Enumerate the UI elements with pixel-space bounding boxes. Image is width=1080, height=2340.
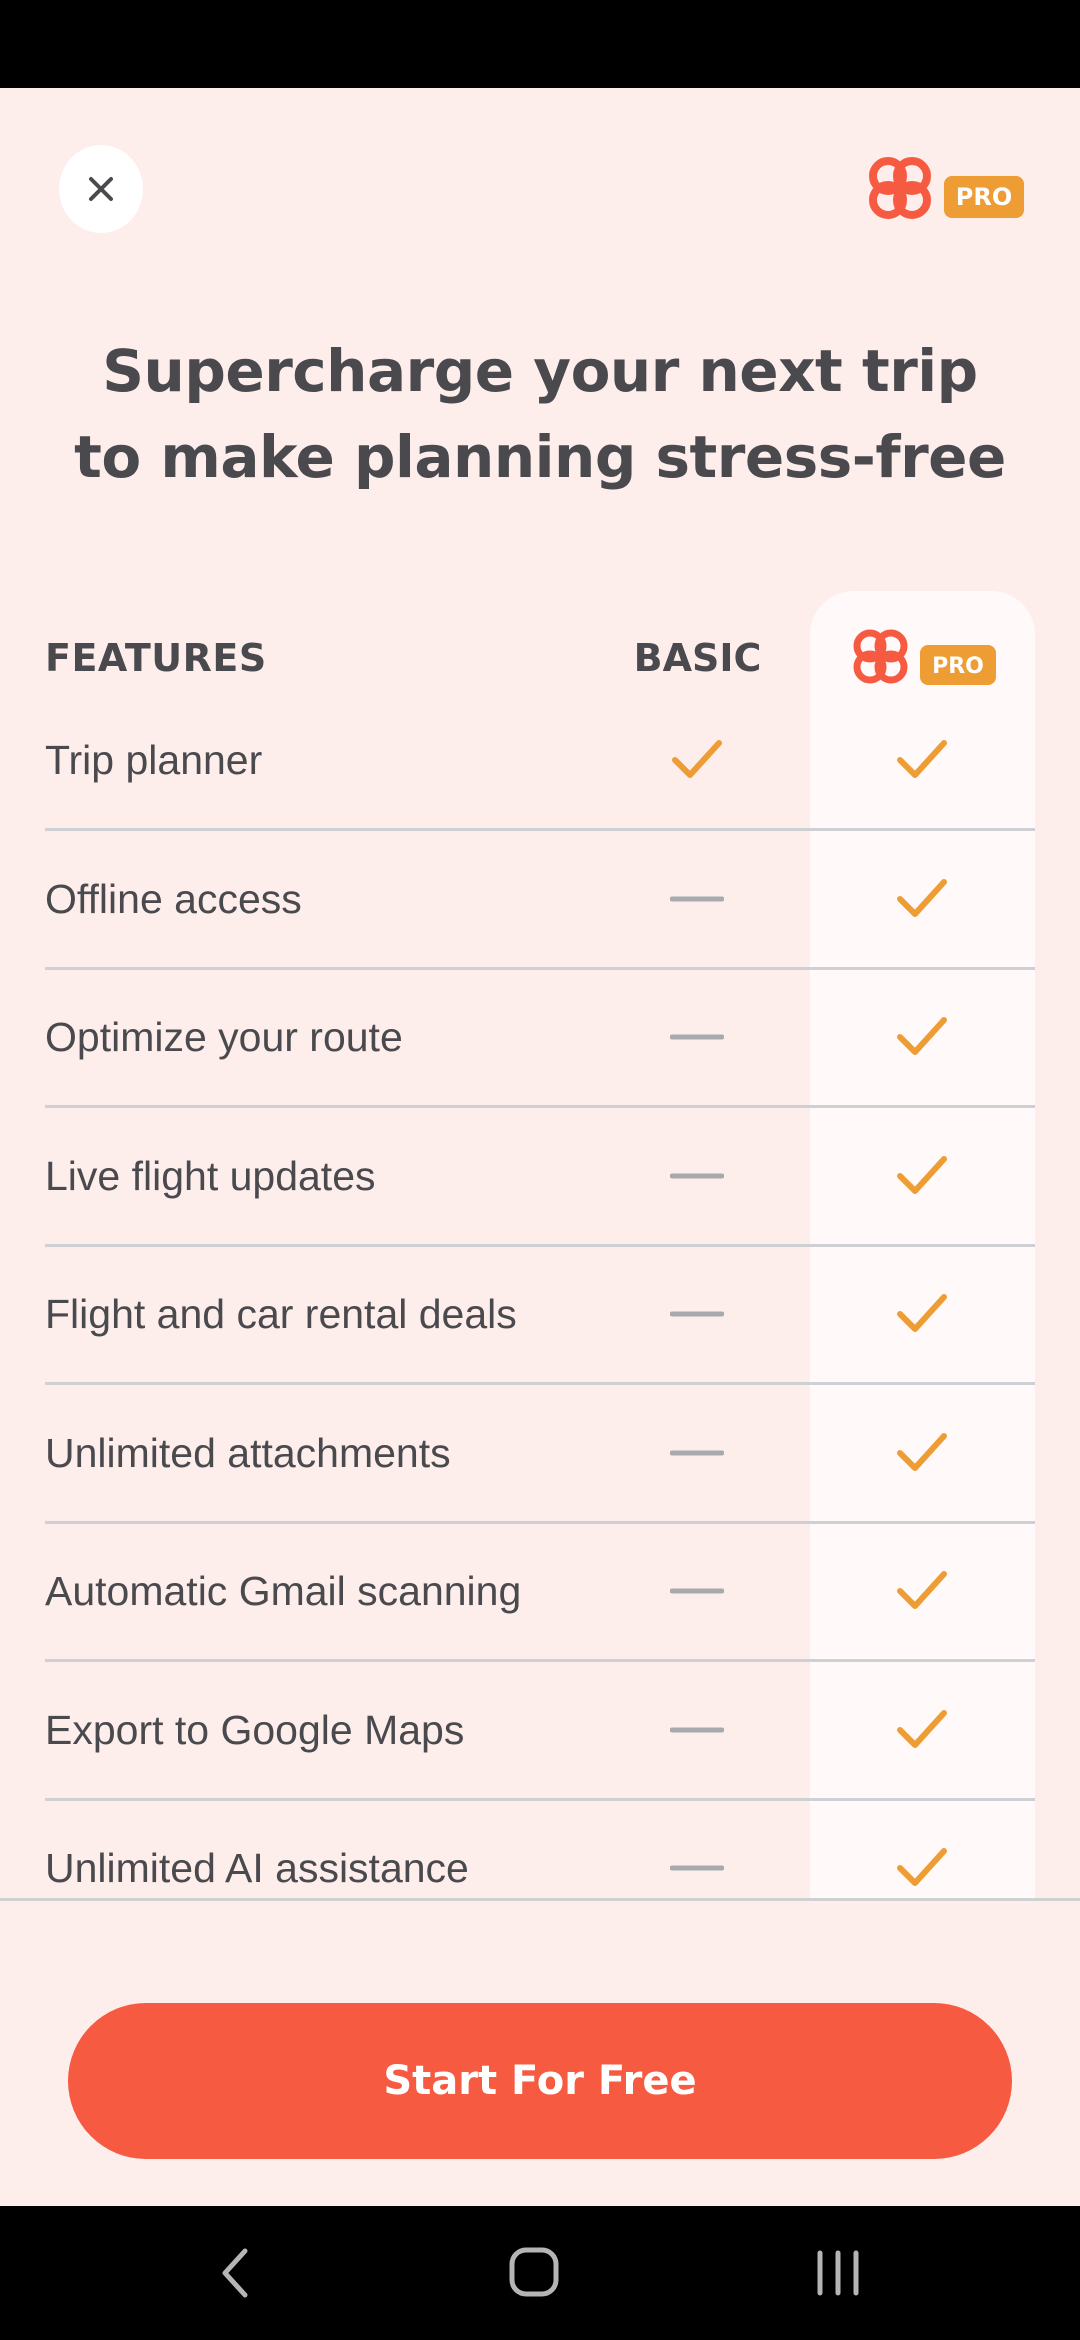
- pro-logo-icon: PRO: [853, 629, 996, 685]
- feature-label: Live flight updates: [45, 1152, 376, 1199]
- pro-check-icon: [897, 1848, 947, 1886]
- app-logo-icon: PRO: [869, 157, 1024, 219]
- basic-dash-icon: [670, 1865, 724, 1871]
- pro-column-header: PRO: [850, 626, 998, 692]
- svg-text:PRO: PRO: [956, 183, 1012, 211]
- close-button[interactable]: [59, 145, 143, 233]
- table-row: Offline access: [0, 830, 1080, 970]
- feature-label: Offline access: [45, 875, 302, 922]
- pro-check-icon: [897, 1432, 947, 1471]
- headline-line-1: Supercharge your next trip: [102, 337, 978, 405]
- nav-back-button[interactable]: [165, 2206, 305, 2340]
- pro-check-icon: [897, 740, 947, 778]
- pro-check-icon: [897, 1294, 947, 1332]
- start-for-free-label: Start For Free: [383, 2058, 697, 2104]
- app-logo-pro: PRO: [866, 154, 1024, 226]
- feature-label: Optimize your route: [45, 1014, 403, 1060]
- feature-label: Flight and car rental deals: [45, 1291, 517, 1337]
- basic-dash-icon: [670, 1173, 724, 1178]
- basic-dash-icon: [670, 1450, 724, 1455]
- headline-line-2: to make planning stress-free: [74, 423, 1006, 491]
- table-row: Optimize your route: [0, 968, 1080, 1108]
- pro-check-icon: [897, 1155, 947, 1194]
- table-row: Flight and car rental deals: [0, 1245, 1080, 1385]
- table-row: Live flight updates: [0, 1107, 1080, 1247]
- table-row: Export to Google Maps: [0, 1661, 1080, 1801]
- feature-label: Trip planner: [45, 737, 263, 783]
- nav-recents-button[interactable]: [768, 2206, 908, 2340]
- pro-check-icon: [897, 878, 947, 917]
- table-row: Unlimited attachments: [0, 1384, 1080, 1524]
- features-column-header: FEATURES: [45, 636, 267, 680]
- basic-dash-icon: [670, 1034, 724, 1040]
- svg-text:PRO: PRO: [932, 654, 984, 679]
- pro-check-icon: [897, 1571, 947, 1609]
- status-bar: [0, 0, 1080, 88]
- feature-label: Unlimited attachments: [45, 1429, 451, 1476]
- basic-dash-icon: [670, 1311, 724, 1317]
- nav-home-button[interactable]: [465, 2206, 605, 2340]
- start-for-free-button[interactable]: Start For Free: [68, 2003, 1012, 2159]
- pro-check-icon: [897, 1017, 947, 1055]
- feature-label: Export to Google Maps: [45, 1706, 465, 1753]
- system-navigation-bar: [0, 2206, 1080, 2340]
- basic-column-header: BASIC: [633, 636, 762, 680]
- table-row: Trip planner: [0, 691, 1080, 831]
- pro-check-icon: [897, 1709, 947, 1748]
- basic-check-icon: [672, 740, 722, 778]
- upgrade-screen: PRO Supercharge your next trip to make p…: [0, 88, 1080, 2206]
- basic-dash-icon: [670, 1588, 724, 1594]
- recents-icon: [817, 2250, 859, 2296]
- back-icon: [222, 2248, 248, 2298]
- basic-dash-icon: [670, 896, 724, 901]
- close-icon: [89, 177, 113, 201]
- page-title: Supercharge your next trip to make plann…: [60, 328, 1020, 500]
- home-icon: [509, 2247, 559, 2297]
- basic-dash-icon: [670, 1727, 724, 1732]
- feature-label: Automatic Gmail scanning: [45, 1568, 522, 1614]
- table-row: Automatic Gmail scanning: [0, 1522, 1080, 1662]
